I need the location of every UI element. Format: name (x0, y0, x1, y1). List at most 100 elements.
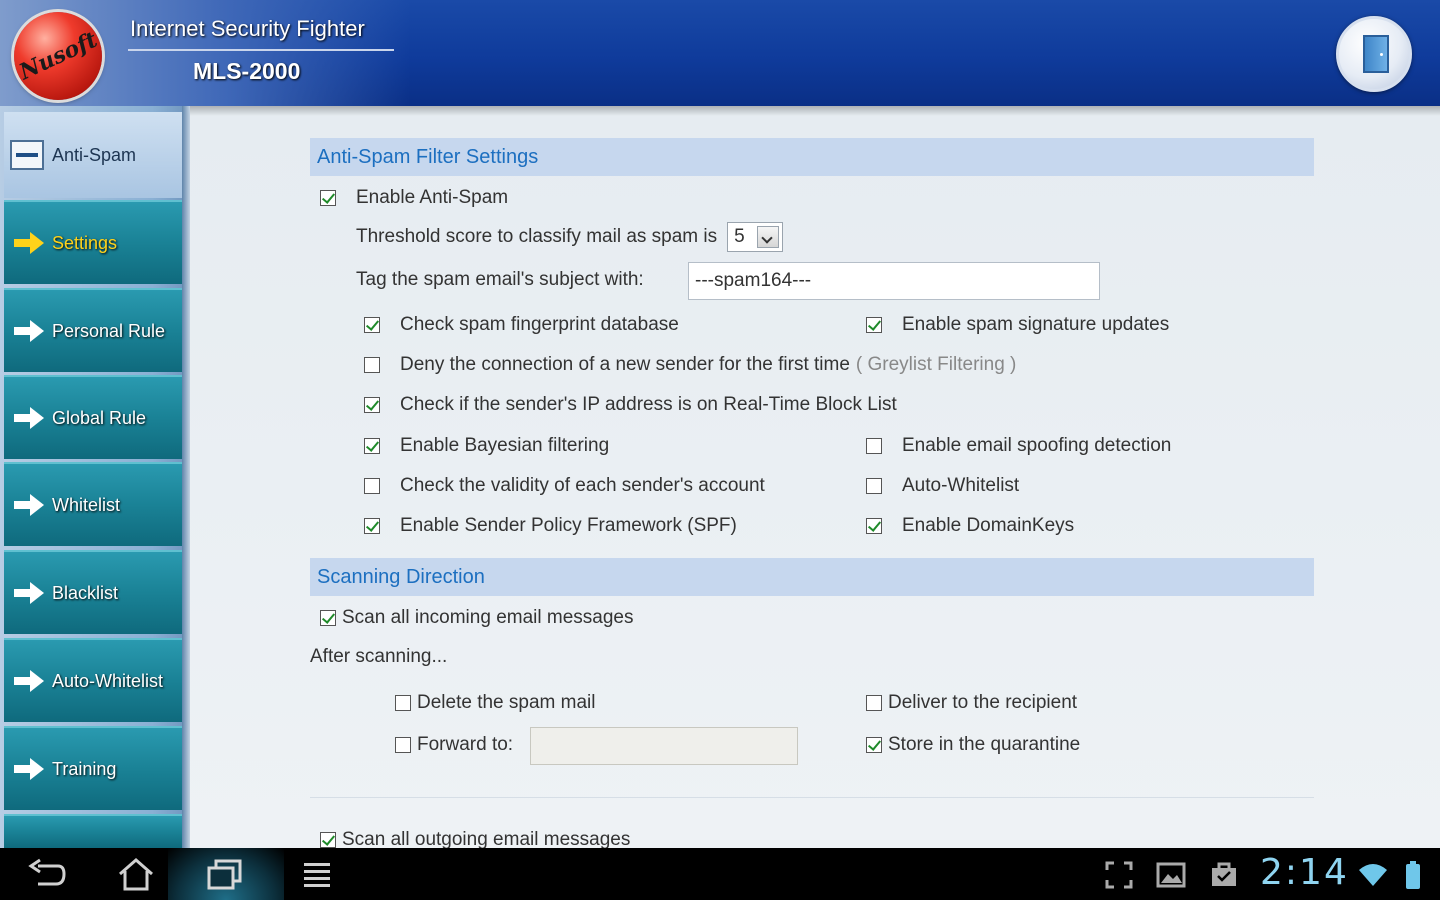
sidebar-item-whitelist[interactable]: Whitelist (4, 462, 182, 546)
gallery-icon[interactable] (1156, 862, 1186, 888)
fingerprint-checkbox[interactable] (364, 317, 380, 333)
sidebar-section-label: Anti-Spam (52, 144, 137, 165)
auto-whitelist-label: Auto-Whitelist (902, 475, 1020, 496)
greylist-checkbox[interactable] (364, 357, 380, 373)
menu-icon[interactable] (302, 860, 332, 890)
deliver-label: Deliver to the recipient (888, 692, 1078, 713)
row-fingerprint: Check spam fingerprint database (364, 314, 679, 336)
nusoft-logo: Nusoft (14, 12, 102, 100)
sidebar-item-label: Whitelist (52, 494, 121, 515)
greylist-label: Deny the connection of a new sender for … (400, 354, 850, 375)
collapse-icon[interactable] (10, 140, 44, 170)
arrow-right-icon (14, 320, 46, 342)
door-exit-icon (1363, 35, 1389, 73)
row-signature-updates: Enable spam signature updates (866, 314, 1169, 336)
arrow-right-icon (14, 670, 46, 692)
sidebar-item-training[interactable]: Training (4, 726, 182, 810)
battery-icon (1406, 861, 1420, 889)
back-icon[interactable] (28, 858, 66, 892)
scan-outgoing-checkbox[interactable] (320, 832, 336, 848)
enable-antispam-label: Enable Anti-Spam (356, 187, 509, 208)
model-name: MLS-2000 (193, 58, 301, 84)
forward-checkbox[interactable] (395, 737, 411, 753)
threshold-value: 5 (734, 226, 745, 247)
arrow-right-icon (14, 582, 46, 604)
row-forward: Forward to: (395, 734, 513, 756)
row-threshold: Threshold score to classify mail as spam… (356, 222, 783, 252)
bayesian-checkbox[interactable] (364, 438, 380, 454)
arrow-right-icon (14, 494, 46, 516)
threshold-select[interactable]: 5 (727, 222, 783, 252)
scan-incoming-label: Scan all incoming email messages (342, 607, 634, 628)
spoofing-label: Enable email spoofing detection (902, 435, 1172, 456)
validity-label: Check the validity of each sender's acco… (400, 475, 765, 496)
fingerprint-label: Check spam fingerprint database (400, 314, 679, 335)
content-shadow (190, 106, 1440, 116)
row-scan-outgoing: Scan all outgoing email messages (320, 829, 630, 848)
row-validity: Check the validity of each sender's acco… (364, 475, 765, 497)
validity-checkbox[interactable] (364, 478, 380, 494)
spf-checkbox[interactable] (364, 518, 380, 534)
sidebar-item-blacklist[interactable]: Blacklist (4, 550, 182, 634)
exit-button[interactable] (1336, 16, 1412, 92)
sidebar-item-label: Auto-Whitelist (52, 670, 164, 691)
section-header-scanning-direction: Scanning Direction (310, 558, 1314, 596)
sidebar-item-auto-whitelist[interactable]: Auto-Whitelist (4, 638, 182, 722)
sidebar-item-settings[interactable]: Settings (4, 200, 182, 284)
row-bayesian: Enable Bayesian filtering (364, 435, 609, 457)
spoofing-checkbox[interactable] (866, 438, 882, 454)
forward-address-input[interactable] (530, 727, 798, 765)
after-scanning-label: After scanning... (310, 646, 448, 667)
arrow-right-icon (14, 758, 46, 780)
logo-text: Nusoft (14, 26, 102, 86)
tag-subject-label: Tag the spam email's subject with: (356, 269, 644, 290)
auto-whitelist-checkbox[interactable] (866, 478, 882, 494)
domainkeys-label: Enable DomainKeys (902, 515, 1075, 536)
tag-subject-input[interactable]: ---spam164--- (688, 262, 1100, 300)
sidebar-item-label: Personal Rule (52, 320, 166, 341)
row-spoofing: Enable email spoofing detection (866, 435, 1171, 457)
rbl-checkbox[interactable] (364, 397, 380, 413)
section-header-filter-settings: Anti-Spam Filter Settings (310, 138, 1314, 176)
delete-spam-checkbox[interactable] (395, 695, 411, 711)
rbl-label: Check if the sender's IP address is on R… (400, 394, 897, 415)
row-auto-whitelist: Auto-Whitelist (866, 475, 1019, 497)
threshold-label: Threshold score to classify mail as spam… (356, 226, 718, 247)
row-domainkeys: Enable DomainKeys (866, 515, 1074, 537)
home-icon[interactable] (116, 856, 156, 892)
bayesian-label: Enable Bayesian filtering (400, 435, 610, 456)
screenshot-icon[interactable] (1104, 860, 1134, 890)
quarantine-label: Store in the quarantine (888, 734, 1081, 755)
sidebar-item-label: Settings (52, 232, 118, 253)
signature-updates-label: Enable spam signature updates (902, 314, 1170, 335)
sidebar-item-more[interactable] (4, 814, 182, 848)
chevron-down-icon (756, 226, 779, 248)
store-icon[interactable] (1210, 860, 1238, 888)
scan-outgoing-label: Scan all outgoing email messages (342, 829, 631, 848)
sidebar-section-antispam[interactable]: Anti-Spam (4, 112, 182, 198)
sidebar-item-label: Global Rule (52, 407, 147, 428)
sidebar-divider (182, 106, 190, 848)
arrow-right-icon (14, 407, 46, 429)
row-spf: Enable Sender Policy Framework (SPF) (364, 515, 737, 537)
sidebar-item-label: Blacklist (52, 582, 119, 603)
row-rbl: Check if the sender's IP address is on R… (364, 394, 897, 416)
row-enable-antispam: Enable Anti-Spam (320, 187, 508, 209)
domainkeys-checkbox[interactable] (866, 518, 882, 534)
enable-antispam-checkbox[interactable] (320, 190, 336, 206)
deliver-checkbox[interactable] (866, 695, 882, 711)
status-clock: 2:14 (1260, 852, 1349, 893)
signature-updates-checkbox[interactable] (866, 317, 882, 333)
app-title: Internet Security Fighter (130, 16, 365, 41)
sidebar-item-global-rule[interactable]: Global Rule (4, 375, 182, 459)
arrow-right-icon (14, 232, 46, 254)
row-scan-incoming: Scan all incoming email messages (320, 607, 633, 629)
row-greylist: Deny the connection of a new sender for … (364, 354, 1016, 376)
row-delete-spam: Delete the spam mail (395, 692, 595, 714)
quarantine-checkbox[interactable] (866, 737, 882, 753)
spf-label: Enable Sender Policy Framework (SPF) (400, 515, 737, 536)
recent-apps-icon[interactable] (206, 858, 244, 892)
scan-incoming-checkbox[interactable] (320, 610, 336, 626)
row-quarantine: Store in the quarantine (866, 734, 1080, 756)
sidebar-item-personal-rule[interactable]: Personal Rule (4, 288, 182, 372)
